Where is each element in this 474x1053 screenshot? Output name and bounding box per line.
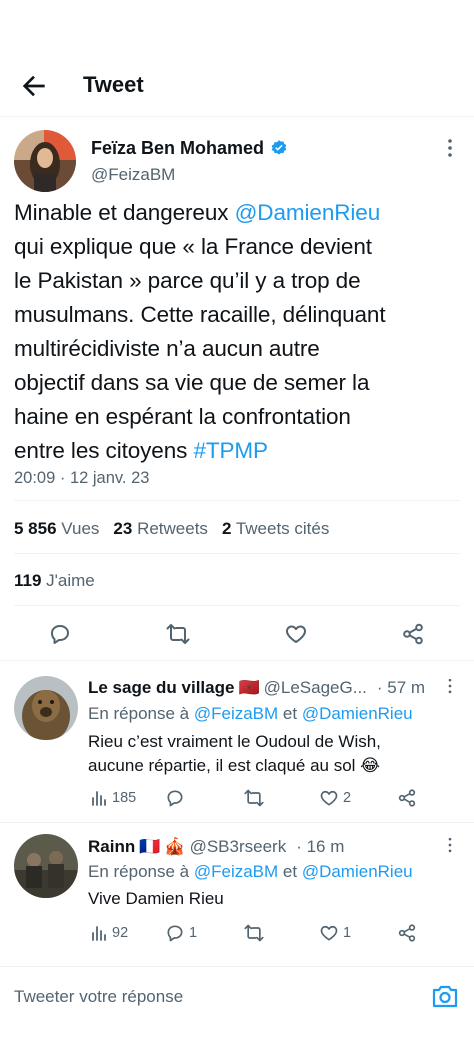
retweet-icon <box>166 624 190 644</box>
reply-icon <box>167 790 183 807</box>
reply-time: · 16 m <box>296 837 345 856</box>
mention-link[interactable]: @DamienRieu <box>235 200 381 225</box>
compose-divider <box>0 966 474 967</box>
reply-text-line: aucune répartie, il est claqué au sol 😂 <box>88 756 381 775</box>
back-button[interactable] <box>18 70 50 102</box>
reply-more-button[interactable] <box>440 676 460 696</box>
share-icon <box>398 924 416 942</box>
reply-button[interactable] <box>45 619 75 649</box>
views-icon <box>92 791 106 806</box>
mention-link[interactable]: @FeizaBM <box>194 704 278 723</box>
more-icon <box>448 837 452 853</box>
share-icon <box>398 789 416 807</box>
author-avatar[interactable] <box>14 130 76 192</box>
like-icon <box>320 925 338 941</box>
reply-icon <box>167 925 183 942</box>
views-count: 185 <box>112 790 137 806</box>
more-button[interactable] <box>438 136 462 160</box>
reply-text-line: Rieu c’est vraiment le Oudoul de Wish, <box>88 732 381 751</box>
reply-header[interactable]: Le sage du village 🇲🇦 @LeSageG... · 57 m <box>88 677 425 699</box>
hashtag-link[interactable]: #TPMP <box>193 438 268 463</box>
views-icon <box>92 926 106 941</box>
reply-author-name: Le sage du village <box>88 678 235 697</box>
reply-more-button[interactable] <box>440 835 460 855</box>
reply-author-name: Rainn <box>88 837 136 856</box>
page-title: Tweet <box>83 72 144 97</box>
back-arrow-icon <box>22 75 45 97</box>
views-count: 92 <box>112 925 129 941</box>
author-name-row[interactable]: Feïza Ben Mohamed <box>91 137 288 159</box>
retweet-button[interactable] <box>163 619 193 649</box>
views-button[interactable]: 185 <box>90 787 136 809</box>
quotes-stat[interactable]: 2 Tweets cités <box>222 517 329 541</box>
retweets-stat[interactable]: 23 Retweets <box>113 517 208 541</box>
like-button[interactable] <box>281 619 311 649</box>
views-stat: 5 856 Vues <box>14 519 100 538</box>
reply-avatar[interactable] <box>14 676 78 740</box>
like-button[interactable]: 1 <box>319 922 351 944</box>
reply-to-line: En réponse à @FeizaBM et @DamienRieu <box>88 704 413 723</box>
tweet-line: multirécidiviste n’a aucun autre <box>14 336 320 361</box>
like-icon <box>286 625 306 643</box>
reply-author-handle: @LeSageG... <box>263 678 367 697</box>
likes-count: 1 <box>343 925 352 941</box>
mention-link[interactable]: @DamienRieu <box>302 704 413 723</box>
like-button[interactable]: 2 <box>319 787 351 809</box>
likes-stat[interactable]: 119 J'aime <box>14 569 95 593</box>
like-icon <box>320 790 338 806</box>
share-button[interactable] <box>397 922 417 944</box>
circus-tent-icon: 🎪 <box>164 837 186 856</box>
reply-time: · 57 m <box>376 678 426 697</box>
divider <box>14 605 460 606</box>
camera-button[interactable] <box>431 983 461 1011</box>
views-button[interactable]: 92 <box>90 922 128 944</box>
retweet-button[interactable] <box>243 922 265 944</box>
mention-link[interactable]: @DamienRieu <box>302 862 413 881</box>
likes-count: 2 <box>343 790 352 806</box>
reply-avatar[interactable] <box>14 834 78 898</box>
retweet-icon <box>244 789 264 807</box>
reply-header[interactable]: Rainn 🇫🇷 🎪 @SB3rseerk · 16 m <box>88 836 344 858</box>
tweet-stats: 5 856 Vues 23 Retweets 2 Tweets cités <box>14 517 329 541</box>
share-button[interactable] <box>398 619 428 649</box>
verified-badge-icon <box>270 139 288 157</box>
divider <box>14 500 460 501</box>
replies-count: 1 <box>189 925 198 941</box>
reply-button[interactable] <box>165 787 189 809</box>
tweet-timestamp[interactable]: 20:09 · 12 janv. 23 <box>14 467 149 489</box>
author-name: Feïza Ben Mohamed <box>91 138 265 158</box>
reply-button[interactable]: 1 <box>165 922 197 944</box>
camera-icon <box>432 985 458 1008</box>
retweet-icon <box>244 924 264 942</box>
author-handle: @FeizaBM <box>91 165 176 184</box>
reply-compose-input[interactable]: Tweeter votre réponse <box>14 985 183 1009</box>
tweet-text: Minable et dangereux @DamienRieu qui exp… <box>14 196 464 468</box>
reply-text-line: Vive Damien Rieu <box>88 889 224 908</box>
tweet-line: entre les citoyens #TPMP <box>14 438 268 463</box>
tweet-line: qui explique que « la France devient <box>14 234 372 259</box>
divider <box>0 822 474 823</box>
tweet-line: le Pakistan » parce qu’il y a trop de <box>14 268 361 293</box>
retweet-button[interactable] <box>243 787 265 809</box>
tweet-line: Minable et dangereux @DamienRieu <box>14 200 381 225</box>
more-icon <box>448 678 452 694</box>
flag-icon: 🇫🇷 <box>139 837 161 856</box>
divider <box>0 660 474 661</box>
more-icon <box>448 139 452 157</box>
mention-link[interactable]: @FeizaBM <box>194 862 278 881</box>
header-divider <box>0 116 474 117</box>
tweet-line: objectif dans sa vie que de semer la <box>14 370 370 395</box>
tweet-line: musulmans. Cette racaille, délinquant <box>14 302 386 327</box>
divider <box>14 553 460 554</box>
reply-author-handle: @SB3rseerk <box>189 837 287 856</box>
share-button[interactable] <box>397 787 417 809</box>
share-icon <box>403 623 423 645</box>
tweet-line: haine en espérant la confrontation <box>14 404 351 429</box>
reply-to-line: En réponse à @FeizaBM et @DamienRieu <box>88 862 413 881</box>
reply-icon <box>51 625 69 644</box>
flag-icon: 🇲🇦 <box>238 678 260 697</box>
